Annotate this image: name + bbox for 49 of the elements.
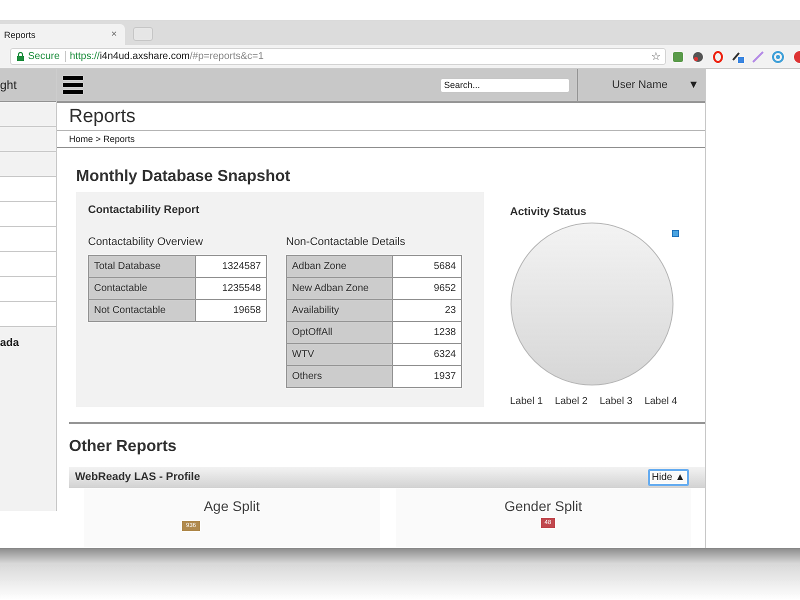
table-cell: New Adban Zone xyxy=(286,277,392,300)
table-cell: Total Database xyxy=(88,255,196,278)
table-cell: 5684 xyxy=(392,255,462,278)
table-cell: Not Contactable xyxy=(88,299,196,322)
table-cell: OptOffAll xyxy=(286,321,392,344)
table-cell: 1937 xyxy=(392,365,462,388)
table-cell: 23 xyxy=(392,299,462,322)
browser-tab[interactable]: Reports × xyxy=(0,24,125,45)
menu-icon[interactable] xyxy=(63,76,83,94)
table-cell: 6324 xyxy=(392,343,462,366)
table-cell: 1324587 xyxy=(196,255,266,278)
table-cell: 9652 xyxy=(392,277,462,300)
table-cell: Contactable xyxy=(88,277,196,300)
legend-label: Label 1 xyxy=(510,396,543,407)
lock-icon xyxy=(17,52,24,61)
table-cell: Adban Zone xyxy=(286,255,392,278)
section-title: WebReady LAS - Profile xyxy=(75,471,200,484)
table-cell: 1235548 xyxy=(196,277,266,300)
table-cell: Availability xyxy=(286,299,392,322)
chart-title: Gender Split xyxy=(503,498,584,514)
secure-label: Secure xyxy=(28,51,66,62)
url-text: https://i4n4ud.axshare.com/#p=reports&c=1 xyxy=(70,51,265,62)
close-icon[interactable]: × xyxy=(111,29,117,40)
table-cell: 1238 xyxy=(392,321,462,344)
search-field[interactable]: Search... xyxy=(441,78,569,92)
chart-title: Age Split xyxy=(202,498,261,514)
legend-marker-icon xyxy=(672,230,679,237)
page-title: Reports xyxy=(57,103,705,132)
section-heading: Other Reports xyxy=(69,438,178,456)
hide-button[interactable]: Hide ▲ xyxy=(648,468,689,486)
panel-title: Contactability Report xyxy=(88,204,200,216)
legend-label: Label 2 xyxy=(554,396,588,407)
bookmark-star-icon[interactable]: ☆ xyxy=(651,50,661,63)
table-cell: 19658 xyxy=(196,299,266,322)
table-title: Non-Contactable Details xyxy=(286,236,406,248)
legend-label: Label 3 xyxy=(600,396,632,407)
address-bar[interactable]: Secure https://i4n4ud.axshare.com/#p=reports&c=1 ☆ xyxy=(10,48,666,65)
table-title: Contactability Overview xyxy=(88,236,204,248)
legend-label: Label 4 xyxy=(644,396,678,407)
section-heading: Monthly Database Snapshot xyxy=(76,168,292,186)
sidebar-header: ght xyxy=(0,69,56,102)
table-cell: WTV xyxy=(286,343,392,366)
extension-icon[interactable] xyxy=(692,50,704,62)
extension-icon[interactable] xyxy=(732,50,744,62)
sidebar-item[interactable]: ada xyxy=(0,337,56,349)
user-menu[interactable]: User Name ▼ xyxy=(577,69,705,101)
chart-title: Activity Status xyxy=(510,206,588,218)
table-cell: Others xyxy=(286,365,392,388)
breadcrumb: Home > Reports xyxy=(69,134,135,144)
